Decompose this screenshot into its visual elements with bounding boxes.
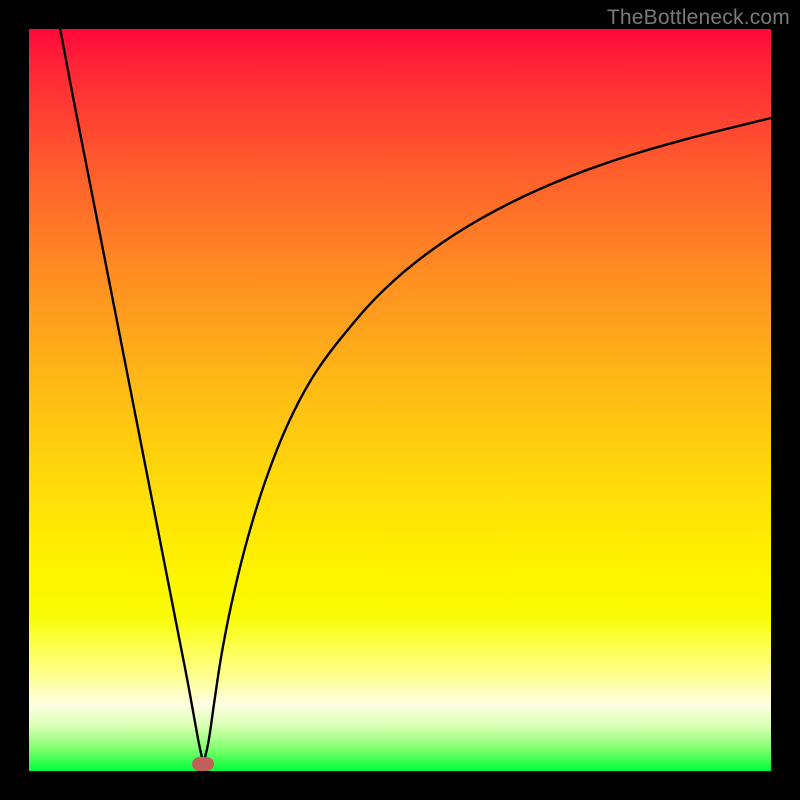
chart-frame: TheBottleneck.com: [0, 0, 800, 800]
watermark-text: TheBottleneck.com: [607, 6, 790, 30]
curve-left: [60, 29, 203, 764]
chart-plot-area: [29, 29, 771, 771]
chart-curve-svg: [29, 29, 771, 771]
curve-right: [203, 118, 771, 764]
bottleneck-marker: [192, 757, 214, 771]
